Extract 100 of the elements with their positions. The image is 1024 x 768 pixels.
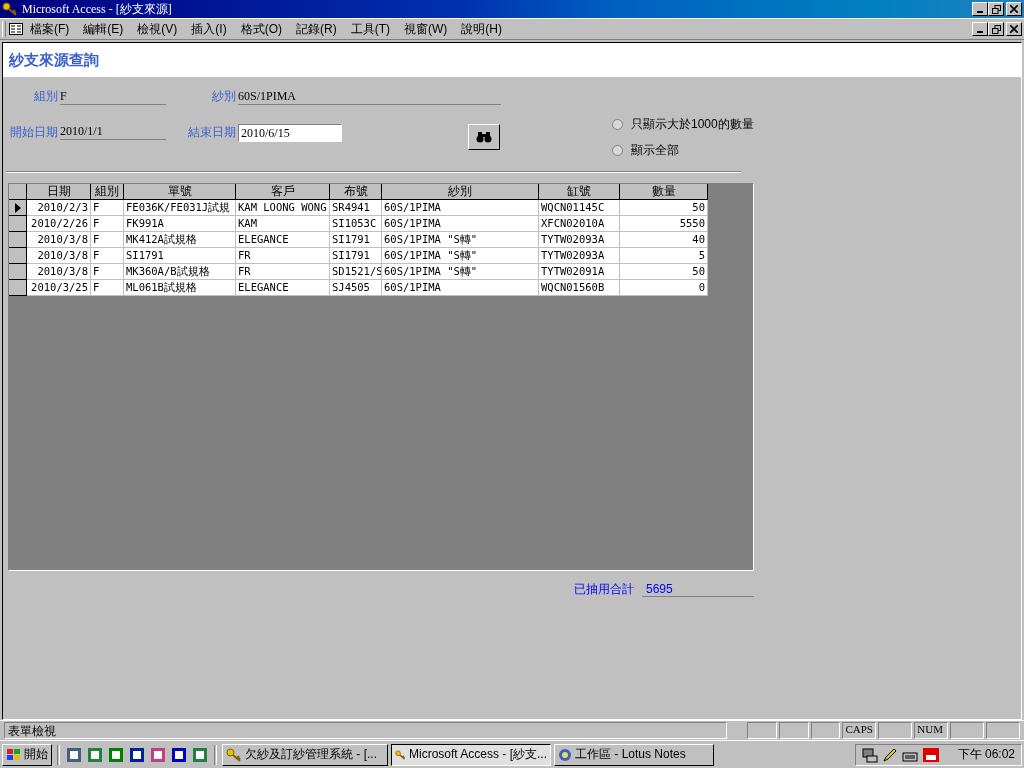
column-header[interactable]: 數量 bbox=[620, 184, 708, 200]
table-cell: FR bbox=[236, 264, 330, 280]
table-cell: 2010/3/8 bbox=[27, 232, 91, 248]
table-cell: F bbox=[91, 248, 124, 264]
table-cell: WQCN01145C bbox=[539, 200, 620, 216]
column-header[interactable]: 單號 bbox=[124, 184, 236, 200]
table-cell: WQCN01560B bbox=[539, 280, 620, 296]
pencil-icon[interactable] bbox=[881, 746, 898, 763]
table-cell: SR4941 bbox=[330, 200, 382, 216]
taskbar-button[interactable]: 欠紗及訂紗管理系統 - [... bbox=[222, 743, 388, 766]
menu-item[interactable]: 檢視(V) bbox=[130, 20, 185, 38]
table-cell: F bbox=[91, 216, 124, 232]
table-cell: FE036K/FE031J試規 bbox=[124, 200, 236, 216]
table-cell: ELEGANCE bbox=[236, 280, 330, 296]
minimize-button[interactable] bbox=[972, 22, 988, 36]
table-cell: 50 bbox=[620, 264, 708, 280]
column-header[interactable]: 日期 bbox=[27, 184, 91, 200]
record-selector[interactable] bbox=[9, 232, 27, 248]
menu-item[interactable]: 編輯(E) bbox=[76, 20, 131, 38]
record-selector[interactable] bbox=[9, 216, 27, 232]
taskbar-button[interactable]: 工作區 - Lotus Notes bbox=[554, 743, 714, 766]
window-title: Microsoft Access - [紗支來源] bbox=[22, 0, 173, 18]
start-button[interactable]: 開始 bbox=[2, 743, 52, 766]
table-cell: TYTW02093A bbox=[539, 232, 620, 248]
field-label: 紗別 bbox=[212, 88, 236, 105]
app-launcher-icon[interactable] bbox=[65, 745, 83, 764]
minimize-button[interactable] bbox=[972, 2, 988, 16]
close-button[interactable] bbox=[1006, 2, 1022, 16]
record-selector[interactable] bbox=[9, 200, 27, 216]
status-indicator: CAPS bbox=[842, 722, 877, 739]
status-text: 表單檢視 bbox=[4, 722, 727, 739]
windows-logo-icon bbox=[6, 747, 22, 762]
table-cell: MK360A/B試規格 bbox=[124, 264, 236, 280]
menu-item[interactable]: 記錄(R) bbox=[289, 20, 344, 38]
table-cell: SJ4505 bbox=[330, 280, 382, 296]
table-cell: FR bbox=[236, 248, 330, 264]
table-cell: 5550 bbox=[620, 216, 708, 232]
radio-button[interactable] bbox=[612, 144, 623, 156]
close-button[interactable] bbox=[1006, 22, 1022, 36]
selector-header bbox=[9, 184, 27, 200]
table-cell: 2010/2/26 bbox=[27, 216, 91, 232]
total-label: 已抽用合計 bbox=[574, 581, 634, 598]
table-cell: KAM bbox=[236, 216, 330, 232]
field-value[interactable]: F bbox=[60, 89, 166, 105]
menu-item[interactable]: 插入(I) bbox=[184, 20, 234, 38]
table-cell: F bbox=[91, 200, 124, 216]
input-method-icon[interactable] bbox=[921, 746, 940, 763]
search-button[interactable] bbox=[468, 124, 500, 150]
column-header[interactable]: 布號 bbox=[330, 184, 382, 200]
column-header[interactable]: 缸號 bbox=[539, 184, 620, 200]
table-cell: TYTW02093A bbox=[539, 248, 620, 264]
restore-button[interactable] bbox=[988, 2, 1004, 16]
menu-item[interactable]: 工具(T) bbox=[343, 20, 397, 38]
table-cell: ELEGANCE bbox=[236, 232, 330, 248]
table-cell: FK991A bbox=[124, 216, 236, 232]
record-selector[interactable] bbox=[9, 264, 27, 280]
app-launcher-icon[interactable] bbox=[107, 745, 125, 764]
record-selector[interactable] bbox=[9, 280, 27, 296]
close-icon bbox=[1010, 25, 1018, 33]
table-cell: 2010/3/25 bbox=[27, 280, 91, 296]
table-cell: 60S/1PIMA "S轉" bbox=[382, 248, 539, 264]
network-icon[interactable] bbox=[861, 746, 878, 763]
column-header[interactable]: 組別 bbox=[91, 184, 124, 200]
table-cell: SI1791 bbox=[124, 248, 236, 264]
app-launcher-icon[interactable] bbox=[128, 745, 146, 764]
option-label: 只顯示大於1000的數量 bbox=[631, 115, 754, 133]
date-input[interactable]: 2010/6/15 bbox=[238, 124, 342, 142]
table-cell: 2010/2/3 bbox=[27, 200, 91, 216]
menu-item[interactable]: 說明(H) bbox=[454, 20, 509, 38]
table-cell: TYTW02091A bbox=[539, 264, 620, 280]
record-selector[interactable] bbox=[9, 248, 27, 264]
column-header[interactable]: 客戶 bbox=[236, 184, 330, 200]
field-value[interactable]: 60S/1PIMA bbox=[238, 89, 501, 105]
form-icon[interactable] bbox=[9, 23, 23, 35]
table-cell: 60S/1PIMA bbox=[382, 200, 539, 216]
field-value[interactable]: 2010/1/1 bbox=[60, 124, 166, 140]
menu-item[interactable]: 視窗(W) bbox=[397, 20, 455, 38]
table-cell: SI1053C bbox=[330, 216, 382, 232]
table-cell: 60S/1PIMA bbox=[382, 216, 539, 232]
globe-icon bbox=[558, 747, 572, 762]
app-launcher-icon[interactable] bbox=[170, 745, 188, 764]
table-cell: 2010/3/8 bbox=[27, 248, 91, 264]
table-cell: F bbox=[91, 280, 124, 296]
table-cell: 0 bbox=[620, 280, 708, 296]
total-value: 5695 bbox=[642, 582, 754, 597]
field-label: 結束日期 bbox=[188, 124, 236, 141]
restore-icon bbox=[991, 4, 1001, 14]
table-cell: 60S/1PIMA "S轉" bbox=[382, 232, 539, 248]
menu-item[interactable]: 格式(O) bbox=[233, 20, 289, 38]
table-cell: ML061B試規格 bbox=[124, 280, 236, 296]
radio-button[interactable] bbox=[612, 118, 623, 130]
clock: 下午 06:02 bbox=[957, 746, 1015, 763]
table-cell: 60S/1PIMA "S轉" bbox=[382, 264, 539, 280]
column-header[interactable]: 紗別 bbox=[382, 184, 539, 200]
table-cell: SI1791 bbox=[330, 248, 382, 264]
menu-item[interactable]: 檔案(F) bbox=[23, 20, 77, 38]
status-panel bbox=[746, 722, 777, 739]
taskbar-button[interactable]: Microsoft Access - [紗支... bbox=[391, 743, 551, 766]
restore-button[interactable] bbox=[988, 22, 1004, 36]
key-icon bbox=[226, 747, 242, 762]
